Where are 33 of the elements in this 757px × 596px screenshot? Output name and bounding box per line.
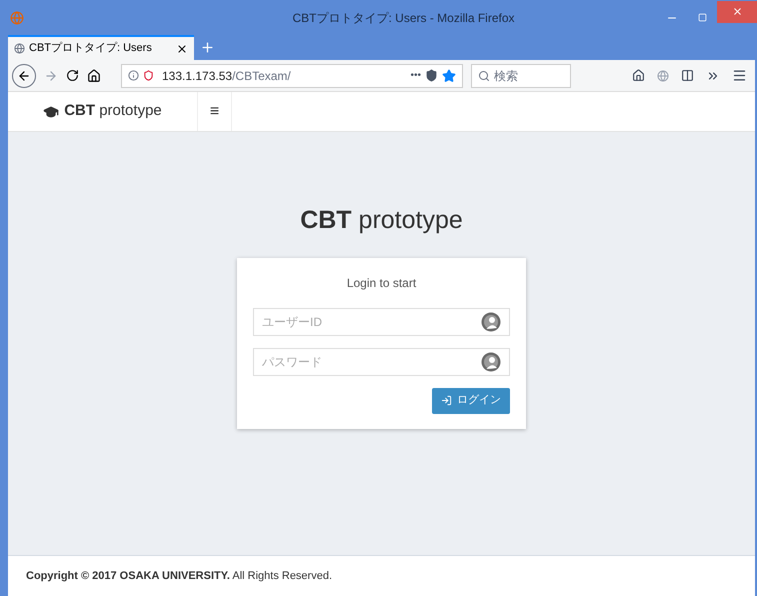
menu-toggle-button[interactable]: ≡ <box>198 92 232 131</box>
maximize-icon <box>698 13 706 22</box>
browser-tab[interactable]: CBTプロトタイプ: Users <box>8 35 194 60</box>
address-bar[interactable]: 133.1.173.53/CBTexam/ ••• <box>121 64 463 88</box>
bookmark-star-icon[interactable] <box>442 68 456 82</box>
menu-icon[interactable] <box>732 68 747 83</box>
tab-label: CBTプロトタイプ: Users <box>29 40 152 56</box>
login-heading: CBT prototype <box>300 205 463 236</box>
info-icon <box>128 70 139 81</box>
page-icon <box>14 43 25 54</box>
browser-logo-icon <box>10 10 24 24</box>
user-icon <box>481 352 501 372</box>
search-icon <box>478 70 490 82</box>
more-actions-button[interactable]: ••• <box>410 68 421 83</box>
window-title: CBTプロトタイプ: Users - Mozilla Firefox <box>291 10 516 26</box>
login-prompt: Login to start <box>346 274 418 292</box>
login-button[interactable]: ログイン <box>432 388 510 414</box>
login-icon <box>441 395 452 406</box>
new-tab-icon[interactable] <box>200 40 215 55</box>
copyright-text: Copyright © 2017 OSAKA UNIVERSITY. All Rights Reserved. <box>26 568 332 584</box>
insecure-icon <box>143 70 154 81</box>
close-tab-icon[interactable] <box>176 42 188 54</box>
back-arrow-icon <box>17 68 31 82</box>
home-icon[interactable] <box>87 68 101 82</box>
navbar-brand[interactable]: CBT prototype <box>8 92 198 131</box>
graduation-cap-icon <box>43 104 60 120</box>
sidebar-icon[interactable] <box>681 69 694 82</box>
close-icon <box>732 6 742 17</box>
user-icon <box>481 312 501 332</box>
search-field[interactable]: 検索 <box>471 64 571 88</box>
url-text: 133.1.173.53/CBTexam/ <box>162 68 291 84</box>
back-button[interactable] <box>12 64 36 88</box>
reload-icon[interactable] <box>66 69 79 82</box>
